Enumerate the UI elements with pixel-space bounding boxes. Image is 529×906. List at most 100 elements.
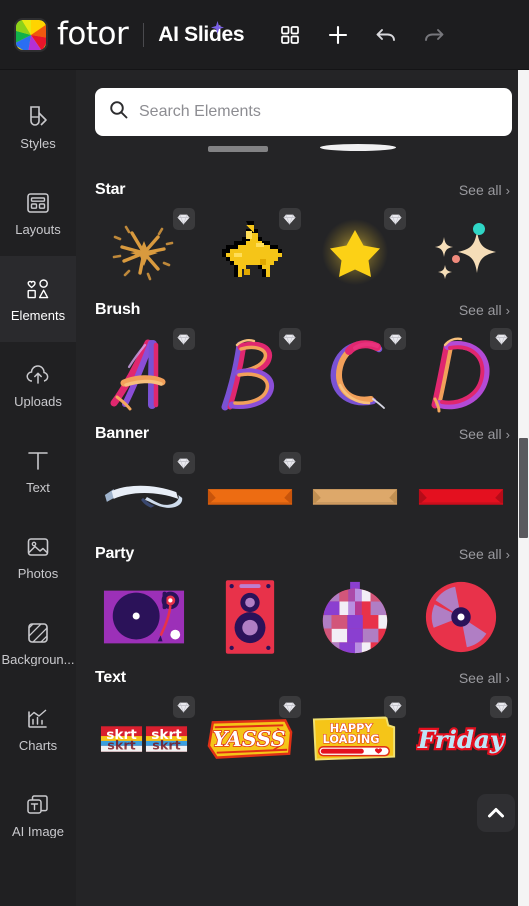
scrollbar-thumb[interactable] [519, 437, 528, 539]
sidebar-item-label: Uploads [14, 395, 62, 408]
redo-button[interactable] [410, 13, 458, 57]
diamond-icon [495, 701, 507, 713]
styles-icon [25, 104, 51, 130]
panel-scrollbar[interactable] [518, 70, 529, 906]
section-title: Brush [95, 301, 141, 318]
svg-text:skrt: skrt [107, 738, 135, 753]
sidebar-item-styles[interactable]: Styles [0, 84, 76, 170]
chevron-right-icon: › [505, 426, 510, 442]
chevron-right-icon: › [505, 302, 510, 318]
see-all-text[interactable]: See all › [459, 670, 510, 686]
ai-image-icon [25, 792, 51, 818]
sidebar-item-layouts[interactable]: Layouts [0, 170, 76, 256]
element-art [412, 212, 510, 290]
search-input[interactable]: Search Elements [95, 88, 512, 136]
undo-button[interactable] [362, 13, 410, 57]
page-title: AI Slides [158, 21, 245, 46]
sparkle-burst-element[interactable] [95, 208, 195, 290]
brush-letter-a[interactable] [95, 328, 195, 414]
disco-ball-element[interactable] [307, 576, 405, 658]
see-all-label: See all [458, 670, 502, 686]
glowing-star-element[interactable] [307, 208, 407, 290]
diamond-icon [177, 701, 190, 713]
sidebar-item-label: Photos [17, 566, 59, 581]
diamond-icon [389, 333, 402, 345]
sidebar-item-text[interactable]: Text [0, 428, 76, 514]
happy-loading-sticker[interactable]: HAPPY LOADING [307, 696, 407, 778]
diamond-icon [283, 333, 296, 345]
tan-ribbon-banner[interactable] [307, 456, 405, 534]
sidebar-item-elements[interactable]: Elements [0, 256, 76, 342]
premium-badge [172, 328, 195, 350]
svg-text:skrt: skrt [152, 738, 180, 753]
premium-badge [172, 208, 195, 230]
diamond-icon [177, 213, 190, 225]
diamond-icon [283, 701, 296, 713]
brush-letter-d[interactable] [412, 328, 512, 414]
element-art [201, 576, 299, 658]
diamond-icon [389, 701, 402, 713]
premium-badge [384, 328, 407, 350]
sidebar-item-photos[interactable]: Photos [0, 514, 76, 600]
diamond-icon [177, 457, 190, 469]
diamond-icon [283, 457, 296, 469]
app-header: fotor AI Slides [0, 0, 529, 70]
element-art [95, 576, 193, 658]
turntable-element[interactable] [95, 576, 193, 658]
friday-sticker[interactable]: Friday Friday [412, 696, 512, 778]
section-title: Star [95, 181, 126, 198]
clipped-element-a[interactable] [208, 146, 268, 152]
red-ribbon-banner[interactable] [412, 456, 510, 534]
skrt-skrt-sticker[interactable]: skrt skrt skrt skrt [95, 696, 195, 778]
element-art [412, 456, 510, 534]
section-title: Banner [95, 425, 149, 442]
sidebar-item-charts[interactable]: Charts [0, 686, 76, 772]
section-brush: Brush See all › [95, 294, 512, 414]
section-star: Star See all › [95, 174, 510, 290]
search-placeholder: Search Elements [139, 103, 261, 120]
background-icon [25, 620, 51, 646]
chevron-right-icon: › [505, 546, 510, 562]
elements-scroll-area[interactable]: Star See all › Brush See all › Banner Se… [76, 136, 529, 906]
white-ribbon-banner[interactable] [95, 452, 195, 534]
see-all-star[interactable]: See all › [459, 182, 510, 198]
speaker-element[interactable] [201, 576, 299, 658]
see-all-brush[interactable]: See all › [459, 302, 510, 318]
vinyl-record-element[interactable] [412, 576, 510, 658]
see-all-banner[interactable]: See all › [459, 426, 510, 442]
sidebar-item-label: Charts [18, 738, 58, 753]
add-slide-button[interactable] [314, 13, 362, 57]
app-body: Styles Layouts Elements Uploads Text Pho… [0, 70, 529, 906]
premium-badge [278, 208, 301, 230]
sparkles-cluster-element[interactable] [412, 212, 510, 290]
sidebar-item-background[interactable]: Backgroun... [0, 600, 76, 686]
section-grid [95, 452, 510, 534]
brush-letter-c[interactable] [307, 328, 407, 414]
orange-ribbon-banner[interactable] [201, 452, 301, 534]
brush-letter-b[interactable] [201, 328, 301, 414]
sidebar-item-ai-image[interactable]: AI Image [0, 772, 76, 858]
pixel-star-element[interactable] [201, 208, 301, 290]
see-all-label: See all [458, 546, 502, 562]
search-container: Search Elements [76, 70, 529, 136]
yasss-sticker[interactable]: YASSS [201, 696, 301, 778]
grid-view-button[interactable] [266, 13, 314, 57]
plus-icon [329, 25, 348, 44]
diamond-icon [283, 213, 296, 225]
brand-name: fotor [57, 16, 129, 52]
sidebar-item-uploads[interactable]: Uploads [0, 342, 76, 428]
section-header: Banner See all › [95, 418, 510, 450]
chevron-right-icon: › [505, 670, 510, 686]
diamond-icon [495, 333, 507, 345]
see-all-party[interactable]: See all › [459, 546, 510, 562]
chevron-right-icon: › [505, 182, 510, 198]
premium-badge [490, 328, 512, 350]
scroll-to-top-button[interactable] [477, 794, 515, 832]
app-title-text: AI Slides [158, 23, 245, 46]
section-grid: skrt skrt skrt skrt YASSS HAPPY LOADING … [95, 696, 512, 778]
header-divider [143, 22, 145, 47]
search-icon [109, 100, 128, 124]
premium-badge [172, 452, 195, 474]
fotor-pinwheel-logo[interactable] [14, 17, 48, 52]
clipped-element-b[interactable] [320, 144, 396, 151]
